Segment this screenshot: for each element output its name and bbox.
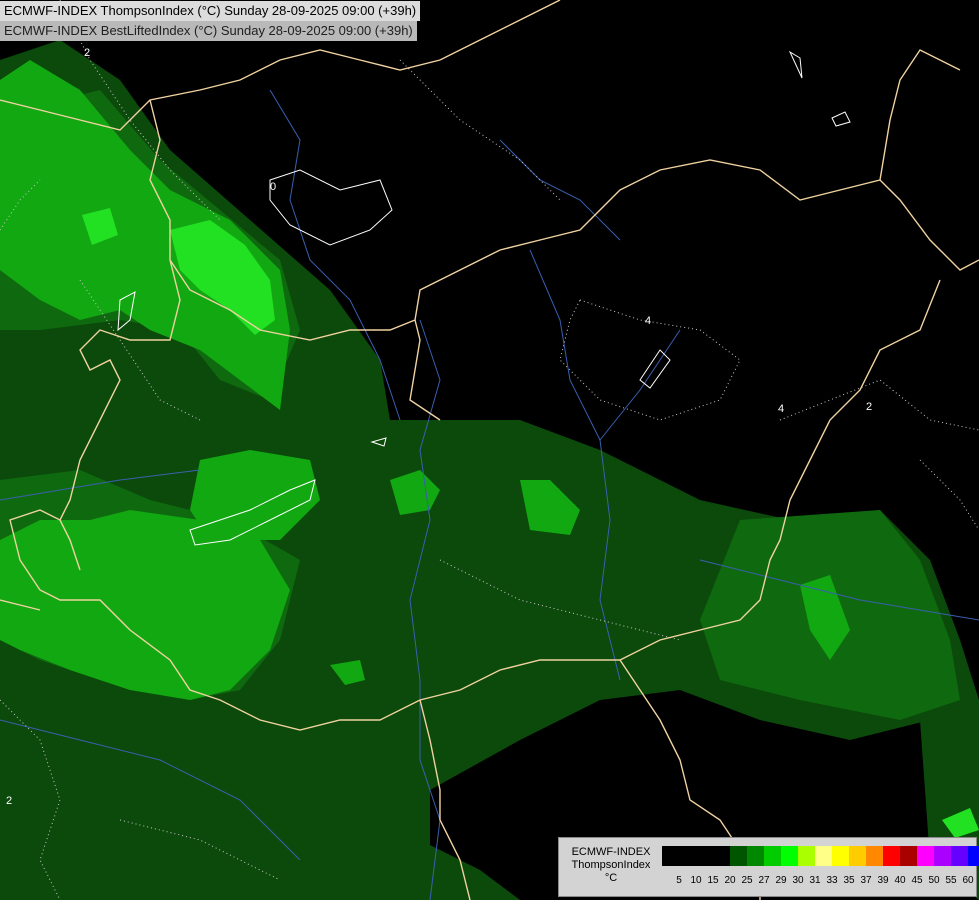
map-title-best-lifted-index: ECMWF-INDEX BestLiftedIndex (°C) Sunday … [0,21,417,41]
legend-line-source: ECMWF-INDEX [571,846,651,858]
legend-tick-label: 40 [894,875,906,886]
legend-swatch [832,846,849,866]
weather-map: 2 0 4 4 2 2 [0,0,979,900]
legend-tick-label: 55 [945,875,957,886]
legend-line-parameter: ThompsonIndex [571,859,651,871]
legend-swatch [900,846,917,866]
legend-swatch [696,846,713,866]
legend-swatch [713,846,730,866]
legend-tick-label: 10 [690,875,702,886]
legend-swatch [917,846,934,866]
legend-tick-label: 30 [792,875,804,886]
contour-label: 0 [270,181,276,193]
legend-line-unit: °C [604,872,618,884]
contour-label: 4 [645,315,651,327]
legend-tick-label: 50 [928,875,940,886]
contour-label: 2 [866,401,872,413]
legend-tick-label: 29 [775,875,787,886]
contour-label: 2 [84,47,90,59]
legend-tick-label: 35 [843,875,855,886]
legend-swatch [934,846,951,866]
legend-tick-label: 39 [877,875,889,886]
legend-swatch [662,846,679,866]
index-area-light-blob-5 [20,530,60,550]
legend-swatch [968,846,979,866]
color-legend: ECMWF-INDEX ThompsonIndex °C 5 10 15 20 25 27… [558,837,979,897]
legend-ticks: 5 10 15 20 25 27 29 30 31 33 35 37 39 40 45 50 55 60 [662,875,974,889]
legend-tick-label: 15 [707,875,719,886]
legend-swatch [730,846,747,866]
legend-tick-label: 20 [724,875,736,886]
legend-swatch [798,846,815,866]
legend-swatch [883,846,900,866]
legend-tick-label: 37 [860,875,872,886]
legend-swatch [781,846,798,866]
contour-label: 2 [6,795,12,807]
map-title-thompson-index: ECMWF-INDEX ThompsonIndex (°C) Sunday 28… [0,1,421,21]
legend-swatch [764,846,781,866]
legend-tick-label: 31 [809,875,821,886]
legend-tick-label: 27 [758,875,770,886]
legend-swatch [866,846,883,866]
legend-tick-label: 25 [741,875,753,886]
legend-swatch [849,846,866,866]
contour-label: 4 [778,403,784,415]
legend-swatch [679,846,696,866]
legend-tick-label: 33 [826,875,838,886]
legend-swatches [662,846,979,866]
legend-swatch [747,846,764,866]
legend-tick-label: 5 [676,875,682,886]
legend-title: ECMWF-INDEX ThompsonIndex °C [561,846,661,885]
legend-tick-label: 45 [911,875,923,886]
legend-tick-label: 60 [962,875,974,886]
legend-swatch [815,846,832,866]
legend-swatch [951,846,968,866]
